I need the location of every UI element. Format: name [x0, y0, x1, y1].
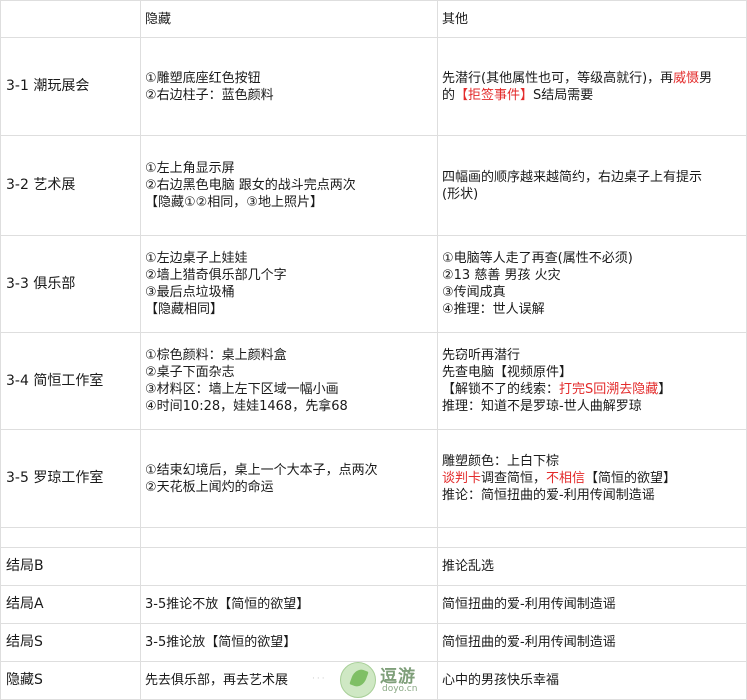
other-cell: 简恒扭曲的爱-利用传闻制造谣 [437, 623, 747, 662]
other-line: 先潜行(其他属性也可，等级高就行)，再威慑男 [442, 70, 742, 87]
other-text: 【解锁不了的线索： [442, 382, 560, 397]
header-stage-cell [0, 0, 141, 38]
other-line: (形状) [442, 186, 479, 202]
other-cell: 先窃听再潜行 先查电脑【视频原件】 【解锁不了的线索：打完S回溯去隐藏】 推理：… [437, 332, 747, 430]
other-line: ①电脑等人走了再查(属性不必须) [442, 251, 633, 266]
hidden-line: ①棕色颜料：桌上颜料盒 [145, 348, 287, 363]
stage-cell: 3-4 简恒工作室 [0, 332, 141, 430]
other-cell: ①电脑等人走了再查(属性不必须) ②13 慈善 男孩 火灾 ③传闻成真 ④推理：… [437, 235, 747, 333]
spacer-row [0, 527, 747, 548]
other-line: 推理：知道不是罗琼-世人曲解罗琼 [442, 399, 642, 414]
other-line: 雕塑颜色：上白下棕 [442, 454, 560, 469]
header-other-cell: 其他 [437, 0, 747, 38]
other-line: 先窃听再潜行 [442, 348, 521, 363]
header-hidden-cell: 隐藏 [140, 0, 438, 38]
hidden-line: ③最后点垃圾桶 [145, 285, 235, 300]
stage-cell: 结局A [0, 585, 141, 624]
table-row: 3-5 罗琼工作室 ①结束幻境后，桌上一个大本子，点两次 ②天花板上闻灼的命运 … [0, 429, 747, 528]
hidden-cell [140, 547, 438, 586]
watermark-domain: doyo.cn [382, 684, 418, 694]
hidden-line: ②天花板上闻灼的命运 [145, 479, 274, 495]
highlight-text: 不相信 [546, 471, 586, 486]
other-text: S结局需要 [533, 87, 594, 103]
stage-cell: 3-5 罗琼工作室 [0, 429, 141, 528]
other-cell: 推论乱选 [437, 547, 747, 586]
watermark-dots: ··· [312, 674, 327, 684]
hidden-line: 【隐藏①②相同，③地上照片】 [145, 195, 323, 210]
other-line: 先查电脑【视频原件】 [442, 365, 573, 380]
other-cell: 简恒扭曲的爱-利用传闻制造谣 [437, 585, 747, 624]
highlight-text: 威慑 [673, 70, 700, 86]
header-row: 隐藏 其他 [0, 0, 747, 38]
other-cell: 心中的男孩快乐幸福 [437, 661, 747, 700]
hidden-line: ②右边黑色电脑 跟女的战斗完点两次 [145, 178, 356, 193]
other-line: 【解锁不了的线索：打完S回溯去隐藏】 [442, 381, 742, 398]
hidden-line: ①结束幻境后，桌上一个大本子，点两次 [145, 462, 378, 478]
other-text: 】 [658, 382, 672, 397]
stage-cell: 隐藏S [0, 661, 141, 700]
stage-cell: 3-2 艺术展 [0, 135, 141, 236]
other-text: 的 [442, 87, 456, 103]
hidden-line: ③材料区：墙上左下区域一幅小画 [145, 382, 339, 397]
table-row: 3-1 潮玩展会 ①雕塑底座红色按钮 ②右边柱子：蓝色颜料 先潜行(其他属性也可… [0, 37, 747, 136]
table-row: 3-2 艺术展 ①左上角显示屏 ②右边黑色电脑 跟女的战斗完点两次 【隐藏①②相… [0, 135, 747, 236]
hidden-line: 【隐藏相同】 [145, 302, 224, 317]
table-row: 3-3 俱乐部 ①左边桌子上娃娃 ②墙上猎奇俱乐部几个字 ③最后点垃圾桶 【隐藏… [0, 235, 747, 333]
other-line: 四幅画的顺序越来越简约，右边桌子上有提示 [442, 169, 703, 185]
ending-row: 结局S 3-5推论放【简恒的欲望】 简恒扭曲的爱-利用传闻制造谣 [0, 623, 747, 662]
other-line: ②13 慈善 男孩 火灾 [442, 268, 561, 283]
stage-cell: 结局S [0, 623, 141, 662]
hidden-line: ①雕塑底座红色按钮 [145, 70, 261, 86]
empty-cell [437, 527, 747, 548]
other-line: 推论：简恒扭曲的爱-利用传闻制造谣 [442, 488, 655, 503]
other-text: 【简恒的欲望】 [585, 471, 677, 486]
stage-cell: 3-1 潮玩展会 [0, 37, 141, 136]
table-row: 3-4 简恒工作室 ①棕色颜料：桌上颜料盒 ②桌子下面杂志 ③材料区：墙上左下区… [0, 332, 747, 430]
guide-table: 隐藏 其他 3-1 潮玩展会 ①雕塑底座红色按钮 ②右边柱子：蓝色颜料 先潜行(… [0, 0, 747, 700]
leaf-logo-icon [340, 662, 376, 698]
other-line: ③传闻成真 [442, 285, 506, 300]
hidden-cell: ①结束幻境后，桌上一个大本子，点两次 ②天花板上闻灼的命运 [140, 429, 438, 528]
hidden-cell: 3-5推论不放【简恒的欲望】 [140, 585, 438, 624]
other-cell: 雕塑颜色：上白下棕 谈判卡调查简恒，不相信【简恒的欲望】 推论：简恒扭曲的爱-利… [437, 429, 747, 528]
highlight-text: 谈判卡 [442, 471, 482, 486]
ending-row: 结局A 3-5推论不放【简恒的欲望】 简恒扭曲的爱-利用传闻制造谣 [0, 585, 747, 624]
highlight-text: 【拒签事件】 [455, 87, 534, 103]
other-line: ④推理：世人误解 [442, 302, 545, 317]
highlight-text: 打完S回溯去隐藏 [559, 382, 659, 397]
hidden-line: ④时间10:28，娃娃1468，先拿68 [145, 399, 348, 414]
watermark: ··· 逗游 doyo.cn [310, 660, 440, 698]
other-cell: 四幅画的顺序越来越简约，右边桌子上有提示 (形状) [437, 135, 747, 236]
stage-cell: 3-3 俱乐部 [0, 235, 141, 333]
hidden-line: ②桌子下面杂志 [145, 365, 235, 380]
other-text: 调查简恒， [481, 471, 547, 486]
hidden-line: ①左边桌子上娃娃 [145, 251, 248, 266]
hidden-line: ②墙上猎奇俱乐部几个字 [145, 268, 287, 283]
other-cell: 先潜行(其他属性也可，等级高就行)，再威慑男 的【拒签事件】S结局需要 [437, 37, 747, 136]
hidden-cell: ①棕色颜料：桌上颜料盒 ②桌子下面杂志 ③材料区：墙上左下区域一幅小画 ④时间1… [140, 332, 438, 430]
other-text: 先潜行(其他属性也可，等级高就行)，再 [442, 70, 674, 86]
ending-row: 结局B 推论乱选 [0, 547, 747, 586]
other-text: 男 [699, 70, 713, 86]
stage-cell: 结局B [0, 547, 141, 586]
empty-cell [140, 527, 438, 548]
hidden-cell: ①左边桌子上娃娃 ②墙上猎奇俱乐部几个字 ③最后点垃圾桶 【隐藏相同】 [140, 235, 438, 333]
other-line: 谈判卡调查简恒，不相信【简恒的欲望】 [442, 470, 742, 487]
hidden-line: ②右边柱子：蓝色颜料 [145, 87, 274, 103]
other-line: 的【拒签事件】S结局需要 [442, 87, 742, 104]
hidden-cell: ①左上角显示屏 ②右边黑色电脑 跟女的战斗完点两次 【隐藏①②相同，③地上照片】 [140, 135, 438, 236]
empty-cell [0, 527, 141, 548]
hidden-cell: 3-5推论放【简恒的欲望】 [140, 623, 438, 662]
hidden-line: ①左上角显示屏 [145, 161, 235, 176]
hidden-cell: ①雕塑底座红色按钮 ②右边柱子：蓝色颜料 [140, 37, 438, 136]
